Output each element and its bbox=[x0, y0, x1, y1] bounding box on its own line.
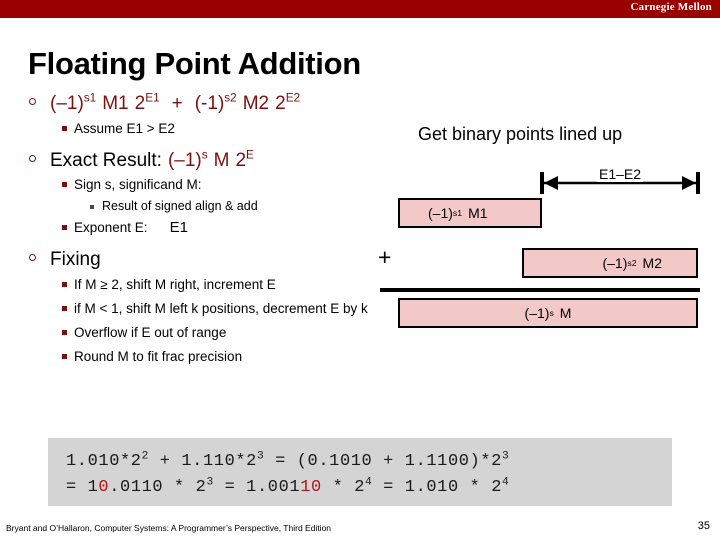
exact-result-label: Exact Result: bbox=[50, 150, 162, 171]
exponent-value: E1 bbox=[169, 219, 188, 236]
body-content: (–1)s1 M1 2E1 + (-1)s2 M2 2E2 Assume E1 > E2 E… bbox=[22, 92, 422, 367]
brand-name: Carnegie Mellon bbox=[630, 1, 712, 13]
circle-bullet-icon bbox=[29, 254, 36, 261]
diagram-caption: Get binary points lined up bbox=[418, 124, 623, 144]
code-l1-c-sup: 3 bbox=[501, 450, 510, 463]
sub-bullet-sign-text: Sign s, significand M: bbox=[74, 177, 202, 192]
footer-citation: Bryant and O’Hallaron, Computer Systems:… bbox=[6, 523, 332, 533]
box-m2-base: (–1) bbox=[602, 255, 628, 271]
exact-result-mantissa: M bbox=[213, 150, 230, 171]
square-bullet-icon bbox=[62, 182, 67, 187]
code-l1-c: = (0.1010 + 1.1100)*2 bbox=[264, 452, 502, 471]
brand-banner: Carnegie Mellon bbox=[0, 0, 720, 18]
circle-bullet-icon bbox=[29, 155, 36, 162]
bullet-item-formula: (–1)s1 M1 2E1 + (-1)s2 M2 2E2 bbox=[22, 92, 422, 115]
expr-b-sup: s2 bbox=[224, 91, 237, 105]
code-line-1: 1.010*22 + 1.110*2 3 = (0.1010 + 1.1100)*… bbox=[66, 450, 510, 471]
exponent-difference-measure: E1–E2 bbox=[540, 166, 700, 196]
code-l1-b: + 1.110*2 bbox=[148, 452, 257, 471]
page-title: Floating Point Addition bbox=[28, 46, 361, 81]
code-l2-a: = 1 bbox=[66, 478, 99, 497]
box-m2-mantissa: M2 bbox=[642, 255, 662, 271]
sub-bullet-fix-2: if M < 1, shift M left k positions, decr… bbox=[22, 299, 422, 319]
code-l2-e-sup: 4 bbox=[502, 476, 510, 489]
code-example-block: 1.010*22 + 1.110*2 3 = (0.1010 + 1.1100)*… bbox=[48, 438, 672, 506]
fixing-label: Fixing bbox=[50, 249, 101, 270]
code-l2-b: .0110 * 2 bbox=[109, 478, 207, 497]
sub-bullet-fix-3: Overflow if E out of range bbox=[22, 323, 422, 343]
sub-bullet-assume: Assume E1 > E2 bbox=[22, 119, 422, 139]
sub-bullet-fix-2-text: if M < 1, shift M left k positions, decr… bbox=[74, 301, 368, 316]
measure-label: E1–E2 bbox=[596, 166, 644, 182]
exponent-label: Exponent E: bbox=[74, 220, 148, 235]
circle-bullet-icon bbox=[29, 98, 36, 105]
exact-result-pow-sup: E bbox=[246, 148, 254, 162]
sub-sub-bullet-align-add: Result of signed align & add bbox=[22, 197, 422, 216]
sub-sub-bullet-align-text: Result of signed align & add bbox=[102, 199, 258, 213]
square-bullet-icon bbox=[62, 225, 67, 230]
code-l2-c: = 1.001 bbox=[213, 478, 301, 497]
expr-b-base: (-1) bbox=[194, 93, 225, 114]
square-bullet-icon bbox=[62, 282, 67, 287]
box-result-base: (–1) bbox=[524, 305, 550, 321]
exact-result-base: (–1) bbox=[167, 150, 202, 171]
alignment-diagram: Get binary points lined up E1–E2 (–1) s1 M… bbox=[370, 118, 710, 343]
code-l2-d: * 2 bbox=[321, 478, 366, 497]
sub-bullet-assume-text: Assume E1 > E2 bbox=[74, 121, 175, 136]
sub-bullet-exponent: Exponent E: E1 bbox=[22, 218, 422, 238]
exact-result-sup: s bbox=[201, 148, 208, 162]
box-result-mantissa: M bbox=[559, 305, 572, 321]
expr-a-base: (–1) bbox=[50, 93, 84, 114]
expr-a-mantissa: M1 bbox=[102, 93, 129, 114]
sum-divider-line bbox=[380, 288, 700, 292]
code-line-2: = 10.0110 * 23 = 1.00110 * 2 4 = 1.010 * … bbox=[66, 476, 510, 497]
sub-bullet-fix-3-text: Overflow if E out of range bbox=[74, 325, 227, 340]
square-bullet-icon bbox=[62, 354, 67, 359]
exact-result-pow-base: 2 bbox=[235, 150, 247, 171]
sub-bullet-fix-4: Round M to fit frac precision bbox=[22, 347, 422, 367]
expr-b-pow-base: 2 bbox=[275, 93, 286, 114]
code-l1-a-sup: 2 bbox=[141, 450, 149, 463]
mantissa-2-box: (–1) s2 M2 bbox=[522, 248, 698, 278]
slide-number: 35 bbox=[697, 520, 710, 532]
box-m1-base: (–1) bbox=[428, 205, 453, 221]
formula-operator: + bbox=[171, 93, 183, 114]
sub-bullet-fix-4-text: Round M to fit frac precision bbox=[74, 349, 243, 364]
small-square-bullet-icon bbox=[90, 205, 94, 209]
mantissa-1-box: (–1) s1 M1 bbox=[398, 198, 542, 228]
expr-b-pow-sup: E2 bbox=[285, 91, 301, 105]
result-mantissa-box: (–1) s M bbox=[398, 298, 698, 328]
expr-a-sup: s1 bbox=[83, 91, 97, 105]
plus-operator: + bbox=[378, 244, 392, 270]
code-l2-e: = 1.010 * 2 bbox=[372, 478, 502, 497]
code-l1-a: 1.010*2 bbox=[66, 452, 142, 471]
square-bullet-icon bbox=[62, 330, 67, 335]
sub-bullet-fix-1-text: If M ≥ 2, shift M right, increment E bbox=[74, 277, 276, 292]
bullet-item-exact-result: Exact Result: (–1)s M 2E bbox=[22, 149, 422, 172]
square-bullet-icon bbox=[62, 306, 67, 311]
box-m1-mantissa: M1 bbox=[468, 205, 488, 221]
code-l2-highlight-1: 0 bbox=[98, 478, 110, 497]
square-bullet-icon bbox=[62, 126, 67, 131]
expr-a-pow-sup: E1 bbox=[145, 91, 160, 105]
bullet-item-fixing: Fixing bbox=[22, 248, 422, 271]
sub-bullet-sign-significand: Sign s, significand M: bbox=[22, 175, 422, 195]
expr-a-pow-base: 2 bbox=[134, 93, 146, 114]
code-l2-b-sup: 3 bbox=[206, 476, 214, 489]
code-l2-highlight-2: 10 bbox=[300, 478, 322, 497]
expr-b-mantissa: M2 bbox=[242, 93, 270, 114]
sub-bullet-fix-1: If M ≥ 2, shift M right, increment E bbox=[22, 275, 422, 295]
